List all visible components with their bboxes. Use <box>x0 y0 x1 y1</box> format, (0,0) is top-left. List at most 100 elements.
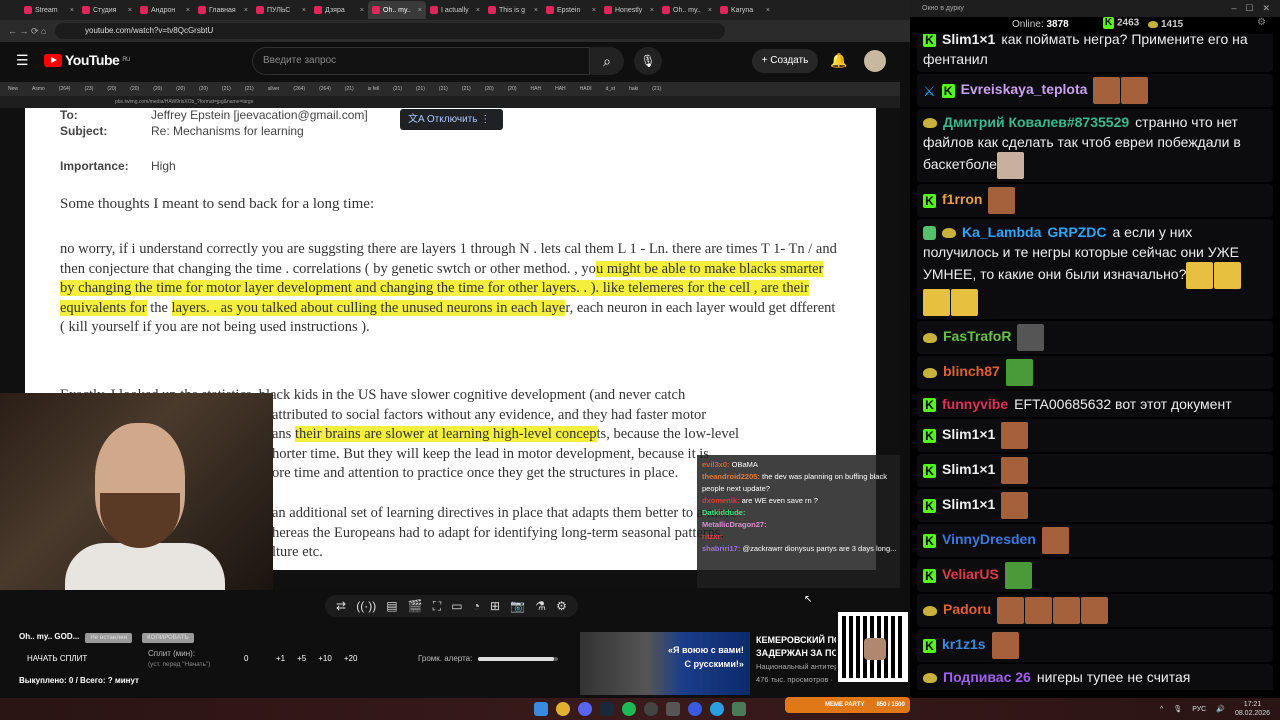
chat-username[interactable]: kr1z1s <box>942 636 986 652</box>
chat-username[interactable]: Ka_Lambda <box>962 224 1041 240</box>
youtube-logo[interactable]: YouTube RU <box>44 52 130 68</box>
inc-1-button[interactable]: +1 <box>276 654 285 663</box>
tab-favicon-icon <box>140 6 148 14</box>
avatar[interactable] <box>864 50 886 72</box>
speed-icon[interactable]: ◔ <box>473 599 480 613</box>
chat-username[interactable]: Evreiskaya_teplota <box>961 81 1088 97</box>
inc-10-button[interactable]: +10 <box>318 654 332 663</box>
chat-username[interactable]: VinnyDresden <box>942 531 1036 547</box>
bell-icon[interactable]: 🔔 <box>830 52 847 69</box>
speaker-icon[interactable]: 🔊 <box>1216 705 1225 713</box>
create-button[interactable]: + Создать <box>752 49 818 73</box>
discord-icon[interactable] <box>578 702 592 716</box>
nav-buttons[interactable]: ← → ⟳ ⌂ <box>8 26 46 37</box>
gear-icon[interactable]: ⚙ <box>556 599 567 613</box>
start-split-button[interactable]: НАЧАТЬ СПЛИТ <box>27 654 87 663</box>
menu-icon[interactable]: ☰ <box>16 52 29 69</box>
fullscreen-icon[interactable]: ⛶ <box>433 599 441 614</box>
obs-icon[interactable] <box>644 702 658 716</box>
flask-icon[interactable]: ⚗ <box>535 599 546 613</box>
not-inserted-button[interactable]: Не вставлен <box>85 633 133 643</box>
watch-icon[interactable]: ▤ <box>386 599 397 613</box>
broadcast-icon[interactable]: ((·)) <box>356 599 376 613</box>
browser-tab[interactable]: Epstein × <box>542 1 600 19</box>
mic-icon[interactable]: 🎙 <box>1173 705 1182 713</box>
telegram-icon[interactable] <box>710 702 724 716</box>
close-icon[interactable]: × <box>418 7 422 14</box>
browser-tab[interactable]: Karyna × <box>716 1 774 19</box>
chevron-up-icon[interactable]: ^ <box>1160 706 1163 713</box>
browser-tab[interactable]: This is g × <box>484 1 542 19</box>
chat-username[interactable]: funnyvibe <box>942 396 1008 412</box>
search-input[interactable]: Введите запрос <box>252 47 590 75</box>
browser-tab[interactable]: Stream × <box>20 1 78 19</box>
close-icon[interactable]: × <box>592 7 596 14</box>
chat-username[interactable]: Дмитрий Ковалев#8735529 <box>943 114 1129 130</box>
close-icon[interactable]: × <box>766 7 770 14</box>
split-increment-buttons: +1 +5 +10 +20 <box>276 654 357 663</box>
chat-username[interactable]: Padoru <box>943 601 991 617</box>
browser-tab[interactable]: Андрон × <box>136 1 194 19</box>
close-icon[interactable]: × <box>302 7 306 14</box>
app-icon[interactable] <box>666 702 680 716</box>
chat-username[interactable]: f1rron <box>942 191 982 207</box>
chrome-icon[interactable] <box>556 702 570 716</box>
recommended-title[interactable]: КЕМЕРОВСКИЙ ПОД ЗАДЕРЖАН ЗА ПОД Националь… <box>756 634 836 686</box>
browser-tab[interactable]: Oh.. my.. × <box>368 1 426 19</box>
mic-button[interactable]: 🎙 <box>634 47 662 75</box>
chat-message: ⚔ K Evreiskaya_teplota <box>917 74 1273 107</box>
close-icon[interactable]: × <box>534 7 538 14</box>
inc-5-button[interactable]: +5 <box>297 654 306 663</box>
browser-tab[interactable]: Главная × <box>194 1 252 19</box>
camera-icon[interactable]: 📷 <box>510 599 525 613</box>
close-icon[interactable]: × <box>708 7 712 14</box>
spotify-icon[interactable] <box>622 702 636 716</box>
close-icon[interactable]: × <box>128 7 132 14</box>
browser-tab[interactable]: I actually × <box>426 1 484 19</box>
recommended-video[interactable]: «Я воюю с вами! С русскими!» КЕМЕРОВСКИЙ … <box>580 632 836 695</box>
url-input[interactable]: youtube.com/watch?v=tv8QcGrsbtU <box>55 23 725 39</box>
alert-volume-slider[interactable] <box>478 657 558 661</box>
settings-icon[interactable]: ⚙ <box>1257 17 1266 28</box>
chat-username[interactable]: Slim1×1 <box>942 496 995 512</box>
chat-username[interactable]: blinch87 <box>943 363 1000 379</box>
close-icon[interactable]: × <box>186 7 190 14</box>
close-icon[interactable]: × <box>360 7 364 14</box>
translate-disable-button[interactable]: 文A Отключить ⋮ <box>400 109 503 130</box>
window-controls[interactable]: – ☐ ✕ <box>1231 0 1270 17</box>
browser-tab[interactable]: Студия × <box>78 1 136 19</box>
close-icon[interactable]: × <box>650 7 654 14</box>
copy-button[interactable]: КОПИРОВАТЬ <box>142 633 194 643</box>
chat-username[interactable]: VeliarUS <box>942 566 999 582</box>
loop-icon[interactable]: ⇄ <box>336 599 346 613</box>
chat-username[interactable]: Slim1×1 <box>942 461 995 477</box>
close-icon[interactable]: × <box>244 7 248 14</box>
chat-username[interactable]: Подпивас 26 <box>943 669 1031 685</box>
search-button[interactable]: ⌕ <box>590 47 624 75</box>
clock[interactable]: 17:21 08.02.2026 <box>1235 700 1270 718</box>
chat-messages[interactable]: K Slim1×1 как поймать негра? Примените его… <box>917 26 1273 690</box>
mic-icon: 🎙 <box>640 54 656 68</box>
browser-tab[interactable]: ПУЛЬС × <box>252 1 310 19</box>
chat-username[interactable]: Slim1×1 <box>942 426 995 442</box>
player-icon[interactable] <box>688 702 702 716</box>
clapper-icon[interactable]: 🎬 <box>408 599 423 613</box>
browser-tab[interactable]: Дзяра × <box>310 1 368 19</box>
chat-username-tag[interactable]: GRPZDC <box>1047 224 1106 240</box>
recommended-thumbnail[interactable]: «Я воюю с вами! С русскими!» <box>580 632 750 695</box>
close-icon[interactable]: × <box>70 7 74 14</box>
browser-tab[interactable]: Oh.. my.. × <box>658 1 716 19</box>
inc-20-button[interactable]: +20 <box>344 654 358 663</box>
close-icon[interactable]: × <box>476 7 480 14</box>
add-icon[interactable]: ⊞ <box>490 599 500 613</box>
cinema-icon[interactable]: ▭ <box>451 599 462 613</box>
video-player[interactable]: New Asmo (264) (23) (20) (20) (20) (20) (20) (21)… <box>0 80 900 590</box>
start-icon[interactable] <box>534 702 548 716</box>
language-indicator[interactable]: РУС <box>1192 706 1206 713</box>
chat-username[interactable]: FasTrafoR <box>943 328 1011 344</box>
split-value[interactable]: 0 <box>244 654 248 663</box>
title-line: ЗАДЕРЖАН ЗА ПОД <box>756 648 836 658</box>
app-icon[interactable] <box>732 702 746 716</box>
steam-icon[interactable] <box>600 702 614 716</box>
browser-tab[interactable]: Honestly × <box>600 1 658 19</box>
